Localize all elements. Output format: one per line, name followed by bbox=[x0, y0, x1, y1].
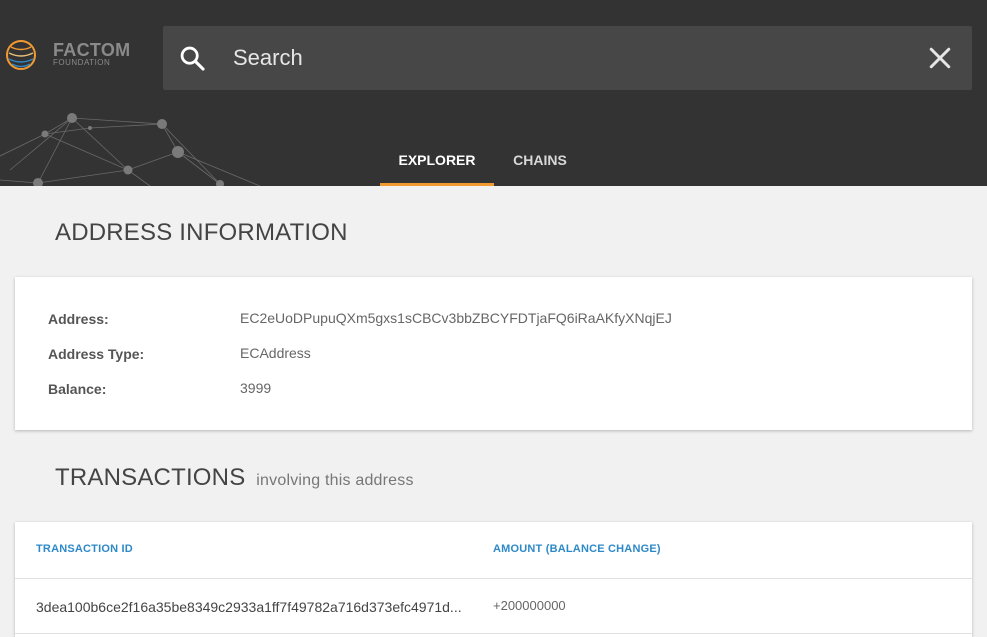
address-card: Address: EC2eUoDPupuQXm5gxs1sCBCv3bbZBCY… bbox=[15, 277, 972, 430]
transaction-id-link[interactable]: 3dea100b6ce2f16a35be8349c2933a1ff7f49782… bbox=[36, 599, 476, 615]
tab-chains[interactable]: CHAINS bbox=[494, 146, 586, 186]
header: FACTOM FOUNDATION EXPLORER CHAINS bbox=[0, 0, 987, 186]
tab-explorer[interactable]: EXPLORER bbox=[380, 146, 494, 186]
search-bar bbox=[163, 26, 972, 90]
logo[interactable]: FACTOM FOUNDATION bbox=[5, 38, 145, 72]
factom-logo-icon bbox=[6, 40, 36, 70]
balance-label: Balance: bbox=[48, 381, 107, 397]
address-type-row: Address Type: ECAddress bbox=[48, 345, 948, 366]
address-type-value: ECAddress bbox=[240, 345, 311, 361]
transactions-table: TRANSACTION ID AMOUNT (BALANCE CHANGE) 3… bbox=[15, 522, 972, 637]
balance-row: Balance: 3999 bbox=[48, 380, 948, 401]
brand-name: FACTOM bbox=[53, 40, 131, 60]
close-icon[interactable] bbox=[925, 43, 955, 73]
address-label: Address: bbox=[48, 311, 109, 327]
transaction-amount: +200000000 bbox=[493, 598, 566, 613]
brand-subtitle: FOUNDATION bbox=[53, 58, 111, 67]
search-input[interactable] bbox=[233, 38, 903, 78]
address-information-title: ADDRESS INFORMATION bbox=[55, 219, 348, 246]
transactions-heading: TRANSACTIONS bbox=[55, 464, 246, 491]
address-value: EC2eUoDPupuQXm5gxs1sCBCv3bbZBCYFDTjaFQ6i… bbox=[240, 310, 672, 326]
transactions-subtitle: involving this address bbox=[256, 472, 414, 489]
column-header-amount[interactable]: AMOUNT (BALANCE CHANGE) bbox=[493, 543, 661, 555]
table-row[interactable]: 3dea100b6ce2f16a35be8349c2933a1ff7f49782… bbox=[15, 578, 972, 634]
column-header-transaction-id[interactable]: TRANSACTION ID bbox=[36, 543, 133, 555]
balance-value: 3999 bbox=[240, 380, 272, 396]
transactions-title: TRANSACTIONS involving this address bbox=[55, 464, 414, 492]
address-type-label: Address Type: bbox=[48, 346, 145, 362]
network-graphic bbox=[0, 113, 261, 186]
address-row: Address: EC2eUoDPupuQXm5gxs1sCBCv3bbZBCY… bbox=[48, 310, 948, 331]
search-icon[interactable] bbox=[178, 44, 206, 72]
